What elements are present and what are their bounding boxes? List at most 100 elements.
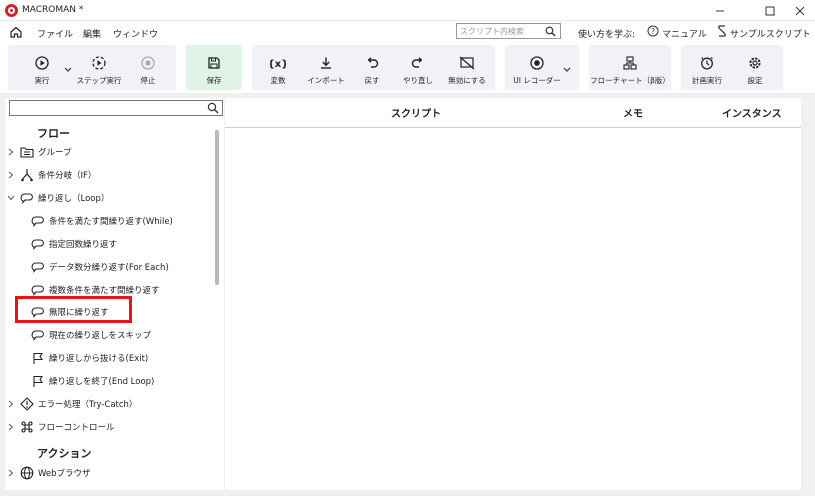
tree-item-group[interactable]: グループ	[6, 143, 72, 161]
run-button[interactable]: 実行	[20, 45, 64, 90]
tree-item-web-browser[interactable]: Webブラウザ	[6, 464, 91, 482]
chevron-right-icon[interactable]	[6, 422, 16, 432]
schedule-button[interactable]: 計画実行	[687, 45, 727, 90]
close-icon	[795, 6, 805, 15]
stop-button[interactable]: 停止	[132, 45, 164, 90]
chevron-right-icon[interactable]	[6, 399, 16, 409]
settings-button[interactable]: 設定	[737, 45, 773, 90]
disable-icon	[459, 55, 475, 71]
stop-icon	[140, 55, 156, 71]
run-dropdown-chevron-icon[interactable]	[64, 67, 72, 73]
toolbar-run-group: 実行 ステップ実行 停止	[8, 45, 176, 90]
disable-button[interactable]: 無効にする	[446, 45, 488, 90]
record-icon	[529, 55, 545, 71]
save-icon	[206, 55, 222, 71]
clock-icon	[699, 55, 715, 71]
minimize-button[interactable]	[705, 0, 735, 21]
chevron-right-icon[interactable]	[6, 170, 16, 180]
download-icon	[318, 55, 334, 71]
highlight-box	[15, 296, 132, 323]
help-label: 使い方を学ぶ:	[578, 30, 636, 40]
ui-recorder-button[interactable]: UI レコーダー	[511, 45, 563, 90]
tree-item-foreach[interactable]: データ数分繰り返す(For Each)	[31, 258, 169, 276]
tree-item-count[interactable]: 指定回数繰り返す	[31, 235, 117, 253]
step-run-button[interactable]: ステップ実行	[74, 45, 124, 90]
flowchart-icon	[622, 55, 638, 71]
import-button[interactable]: インポート	[304, 45, 348, 90]
toolbar-edit-group: {x} 変数 インポート 戻す やり直し 無効にする	[252, 45, 495, 90]
window-title: MACROMAN *	[22, 5, 84, 15]
tree-item-label: 繰り返しを終了(End Loop)	[49, 377, 155, 387]
command-icon	[20, 420, 34, 434]
chevron-right-icon[interactable]	[6, 468, 16, 478]
svg-text:?: ?	[651, 27, 655, 36]
tree-item-flow-control[interactable]: フローコントロール	[6, 418, 115, 436]
chevron-down-icon[interactable]	[6, 193, 16, 203]
action-search	[9, 100, 223, 116]
tree-item-skip[interactable]: 現在の繰り返しをスキップ	[31, 326, 151, 344]
loop-bubble-icon	[31, 283, 45, 297]
tree-item-try-catch[interactable]: エラー処理（Try-Catch）	[6, 395, 137, 413]
tree-item-if[interactable]: 条件分岐（IF）	[6, 166, 96, 184]
variable-button[interactable]: {x} 変数	[260, 45, 296, 90]
undo-icon	[364, 55, 380, 71]
warning-diamond-icon	[20, 397, 34, 411]
title-bar: MACROMAN *	[0, 0, 815, 21]
variable-icon: {x}	[270, 55, 286, 71]
gear-icon	[747, 55, 763, 71]
svg-text:{x}: {x}	[270, 59, 286, 70]
tree-item-label: フローコントロール	[38, 423, 115, 433]
action-search-input[interactable]	[10, 101, 200, 115]
minimize-icon	[716, 10, 724, 11]
maximize-icon	[765, 6, 775, 15]
recorder-dropdown-chevron-icon[interactable]	[563, 67, 571, 73]
redo-icon	[410, 55, 426, 71]
folder-icon	[20, 145, 34, 159]
tree-item-label: 複数条件を満たす間繰り返す	[49, 286, 160, 296]
sample-script-icon	[718, 25, 726, 37]
tree-item-label: 繰り返しから抜ける(Exit)	[49, 354, 149, 364]
app-logo-icon	[5, 4, 18, 17]
column-header-instance[interactable]: インスタンス	[722, 105, 782, 120]
save-button[interactable]: 保存	[186, 45, 242, 90]
column-header-memo[interactable]: メモ	[623, 105, 643, 120]
menu-file[interactable]: ファイル	[37, 27, 73, 40]
chevron-right-icon[interactable]	[6, 147, 16, 157]
tree-item-label: データ数分繰り返す(For Each)	[49, 263, 169, 273]
tree-item-label: グループ	[38, 148, 72, 158]
redo-button[interactable]: やり直し	[398, 45, 438, 90]
search-icon[interactable]	[545, 26, 556, 37]
tree-scrollbar[interactable]	[215, 130, 219, 285]
flag-icon	[31, 374, 45, 388]
flag-icon	[31, 351, 45, 365]
tree-item-exit[interactable]: 繰り返しから抜ける(Exit)	[31, 349, 148, 367]
menu-bar: ファイル 編集 ウィンドウ 使い方を学ぶ: ? マニュアル サンプルスクリプト	[0, 21, 815, 43]
menu-edit[interactable]: 編集	[83, 27, 101, 40]
toolbar-settings-group: 計画実行 設定	[681, 45, 783, 90]
tree-item-end-loop[interactable]: 繰り返しを終了(End Loop)	[31, 372, 154, 390]
help-circle-icon: ?	[647, 25, 659, 37]
loop-bubble-icon	[31, 214, 45, 228]
manual-link[interactable]: マニュアル	[662, 27, 707, 40]
tree-item-while[interactable]: 条件を満たす間繰り返す(While)	[31, 212, 173, 230]
home-icon[interactable]	[9, 25, 23, 39]
undo-button[interactable]: 戻す	[356, 45, 388, 90]
column-header-script[interactable]: スクリプト	[391, 105, 441, 120]
section-action-title: アクション	[37, 447, 92, 460]
search-icon[interactable]	[207, 102, 219, 114]
globe-icon	[20, 466, 34, 480]
tree-item-label: 条件を満たす間繰り返す(While)	[49, 217, 173, 227]
loop-bubble-icon	[31, 328, 45, 342]
tree-item-label: 指定回数繰り返す	[49, 240, 118, 250]
script-search-input[interactable]	[457, 24, 542, 38]
tree-item-loop[interactable]: 繰り返し（Loop）	[6, 189, 109, 207]
sample-scripts-link[interactable]: サンプルスクリプト	[730, 27, 811, 40]
flowchart-button[interactable]: フローチャート（β版）	[589, 45, 671, 90]
script-search	[456, 23, 561, 39]
menu-window[interactable]: ウィンドウ	[113, 27, 158, 40]
maximize-button[interactable]	[755, 0, 785, 21]
script-table: スクリプト メモ インスタンス	[225, 98, 801, 490]
section-flow-title: フロー	[37, 127, 70, 140]
close-button[interactable]	[785, 0, 815, 21]
table-header-divider	[225, 127, 801, 128]
